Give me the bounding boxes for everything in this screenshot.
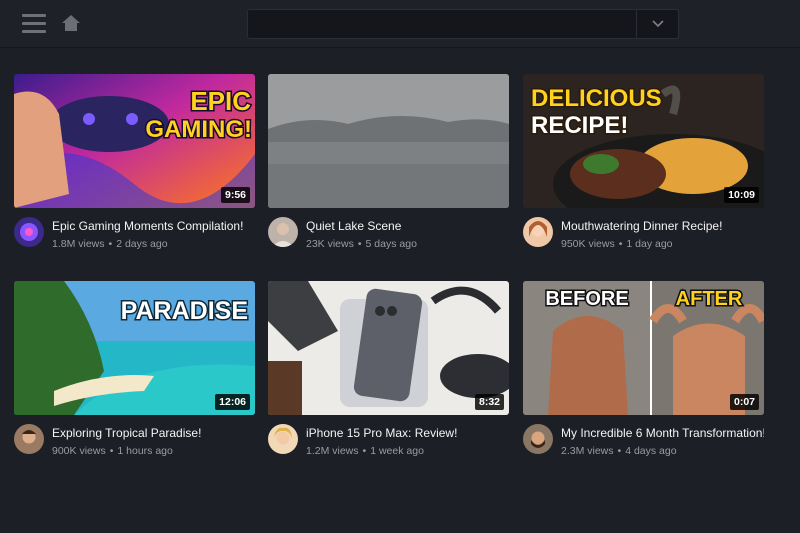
thumb-text: PARADISE (121, 297, 248, 325)
meta-separator: • (108, 238, 113, 250)
upload-age: 5 days ago (365, 238, 417, 250)
video-duration: 8:32 (474, 394, 504, 410)
video-card[interactable]: PARADISE 12:06 Exploring Tropical Paradi… (14, 281, 255, 466)
hamburger-menu-icon[interactable] (22, 14, 46, 34)
meta-separator: • (617, 445, 622, 457)
video-title[interactable]: Exploring Tropical Paradise! (52, 426, 255, 440)
video-card[interactable]: Quiet Lake Scene 23K views • 5 days ago (268, 74, 509, 259)
video-duration: 9:56 (220, 187, 250, 203)
video-duration: 12:06 (215, 394, 250, 410)
meta-separator: • (109, 445, 114, 457)
chevron-down-icon (652, 20, 664, 28)
upload-age: 1 week ago (370, 445, 424, 457)
top-bar (0, 0, 800, 48)
video-thumbnail[interactable]: EPIC GAMING! 9:56 (14, 74, 255, 208)
video-thumbnail[interactable] (268, 74, 509, 208)
home-icon[interactable] (60, 12, 82, 34)
video-card[interactable]: 8:32 iPhone 15 Pro Max: Review! 1.2M vie… (268, 281, 509, 466)
video-card[interactable]: DELICIOUS RECIPE! 10:09 Mouthwatering Di… (523, 74, 764, 259)
view-count: 1.8M views (52, 238, 105, 250)
video-title[interactable]: Mouthwatering Dinner Recipe! (561, 219, 764, 233)
view-count: 1.2M views (306, 445, 359, 457)
thumb-text: BEFORE (545, 288, 628, 310)
video-duration: 10:09 (724, 187, 759, 203)
video-card[interactable]: EPIC GAMING! 9:56 Epic Gaming Moments Co… (14, 74, 255, 259)
search-input[interactable] (248, 10, 636, 38)
video-thumbnail[interactable]: BEFORE AFTER 0:07 (523, 281, 764, 415)
video-thumbnail[interactable]: DELICIOUS RECIPE! 10:09 (523, 74, 764, 208)
view-count: 900K views (52, 445, 106, 457)
thumb-text: AFTER (676, 288, 743, 310)
meta-separator: • (362, 445, 367, 457)
video-thumbnail[interactable]: 8:32 (268, 281, 509, 415)
thumb-text: RECIPE! (531, 112, 628, 139)
search-dropdown-button[interactable] (637, 10, 679, 38)
video-card[interactable]: BEFORE AFTER 0:07 My Incredible 6 Month … (523, 281, 764, 466)
meta-separator: • (357, 238, 362, 250)
video-meta: 1.8M views • 2 days ago (52, 238, 168, 250)
search-bar (247, 9, 679, 39)
video-meta: 950K views • 1 day ago (561, 238, 673, 250)
meta-separator: • (618, 238, 623, 250)
avatar[interactable] (14, 424, 44, 454)
upload-age: 2 days ago (116, 238, 168, 250)
video-meta: 900K views • 1 hours ago (52, 445, 173, 457)
upload-age: 1 day ago (626, 238, 673, 250)
video-meta: 2.3M views • 4 days ago (561, 445, 677, 457)
view-count: 23K views (306, 238, 354, 250)
video-title[interactable]: Quiet Lake Scene (306, 219, 509, 233)
video-thumbnail[interactable]: PARADISE 12:06 (14, 281, 255, 415)
thumb-text: GAMING! (145, 116, 252, 143)
video-title[interactable]: My Incredible 6 Month Transformation! (561, 426, 764, 440)
avatar[interactable] (523, 217, 553, 247)
avatar[interactable] (523, 424, 553, 454)
thumb-text: EPIC (190, 86, 251, 116)
view-count: 2.3M views (561, 445, 614, 457)
video-meta: 1.2M views • 1 week ago (306, 445, 424, 457)
upload-age: 4 days ago (625, 445, 677, 457)
video-duration: 0:07 (729, 394, 759, 410)
video-title[interactable]: Epic Gaming Moments Compilation! (52, 219, 255, 233)
avatar[interactable] (268, 424, 298, 454)
avatar[interactable] (14, 217, 44, 247)
view-count: 950K views (561, 238, 615, 250)
avatar[interactable] (268, 217, 298, 247)
upload-age: 1 hours ago (117, 445, 173, 457)
video-meta: 23K views • 5 days ago (306, 238, 417, 250)
thumb-text: DELICIOUS (531, 85, 662, 112)
video-title[interactable]: iPhone 15 Pro Max: Review! (306, 426, 509, 440)
